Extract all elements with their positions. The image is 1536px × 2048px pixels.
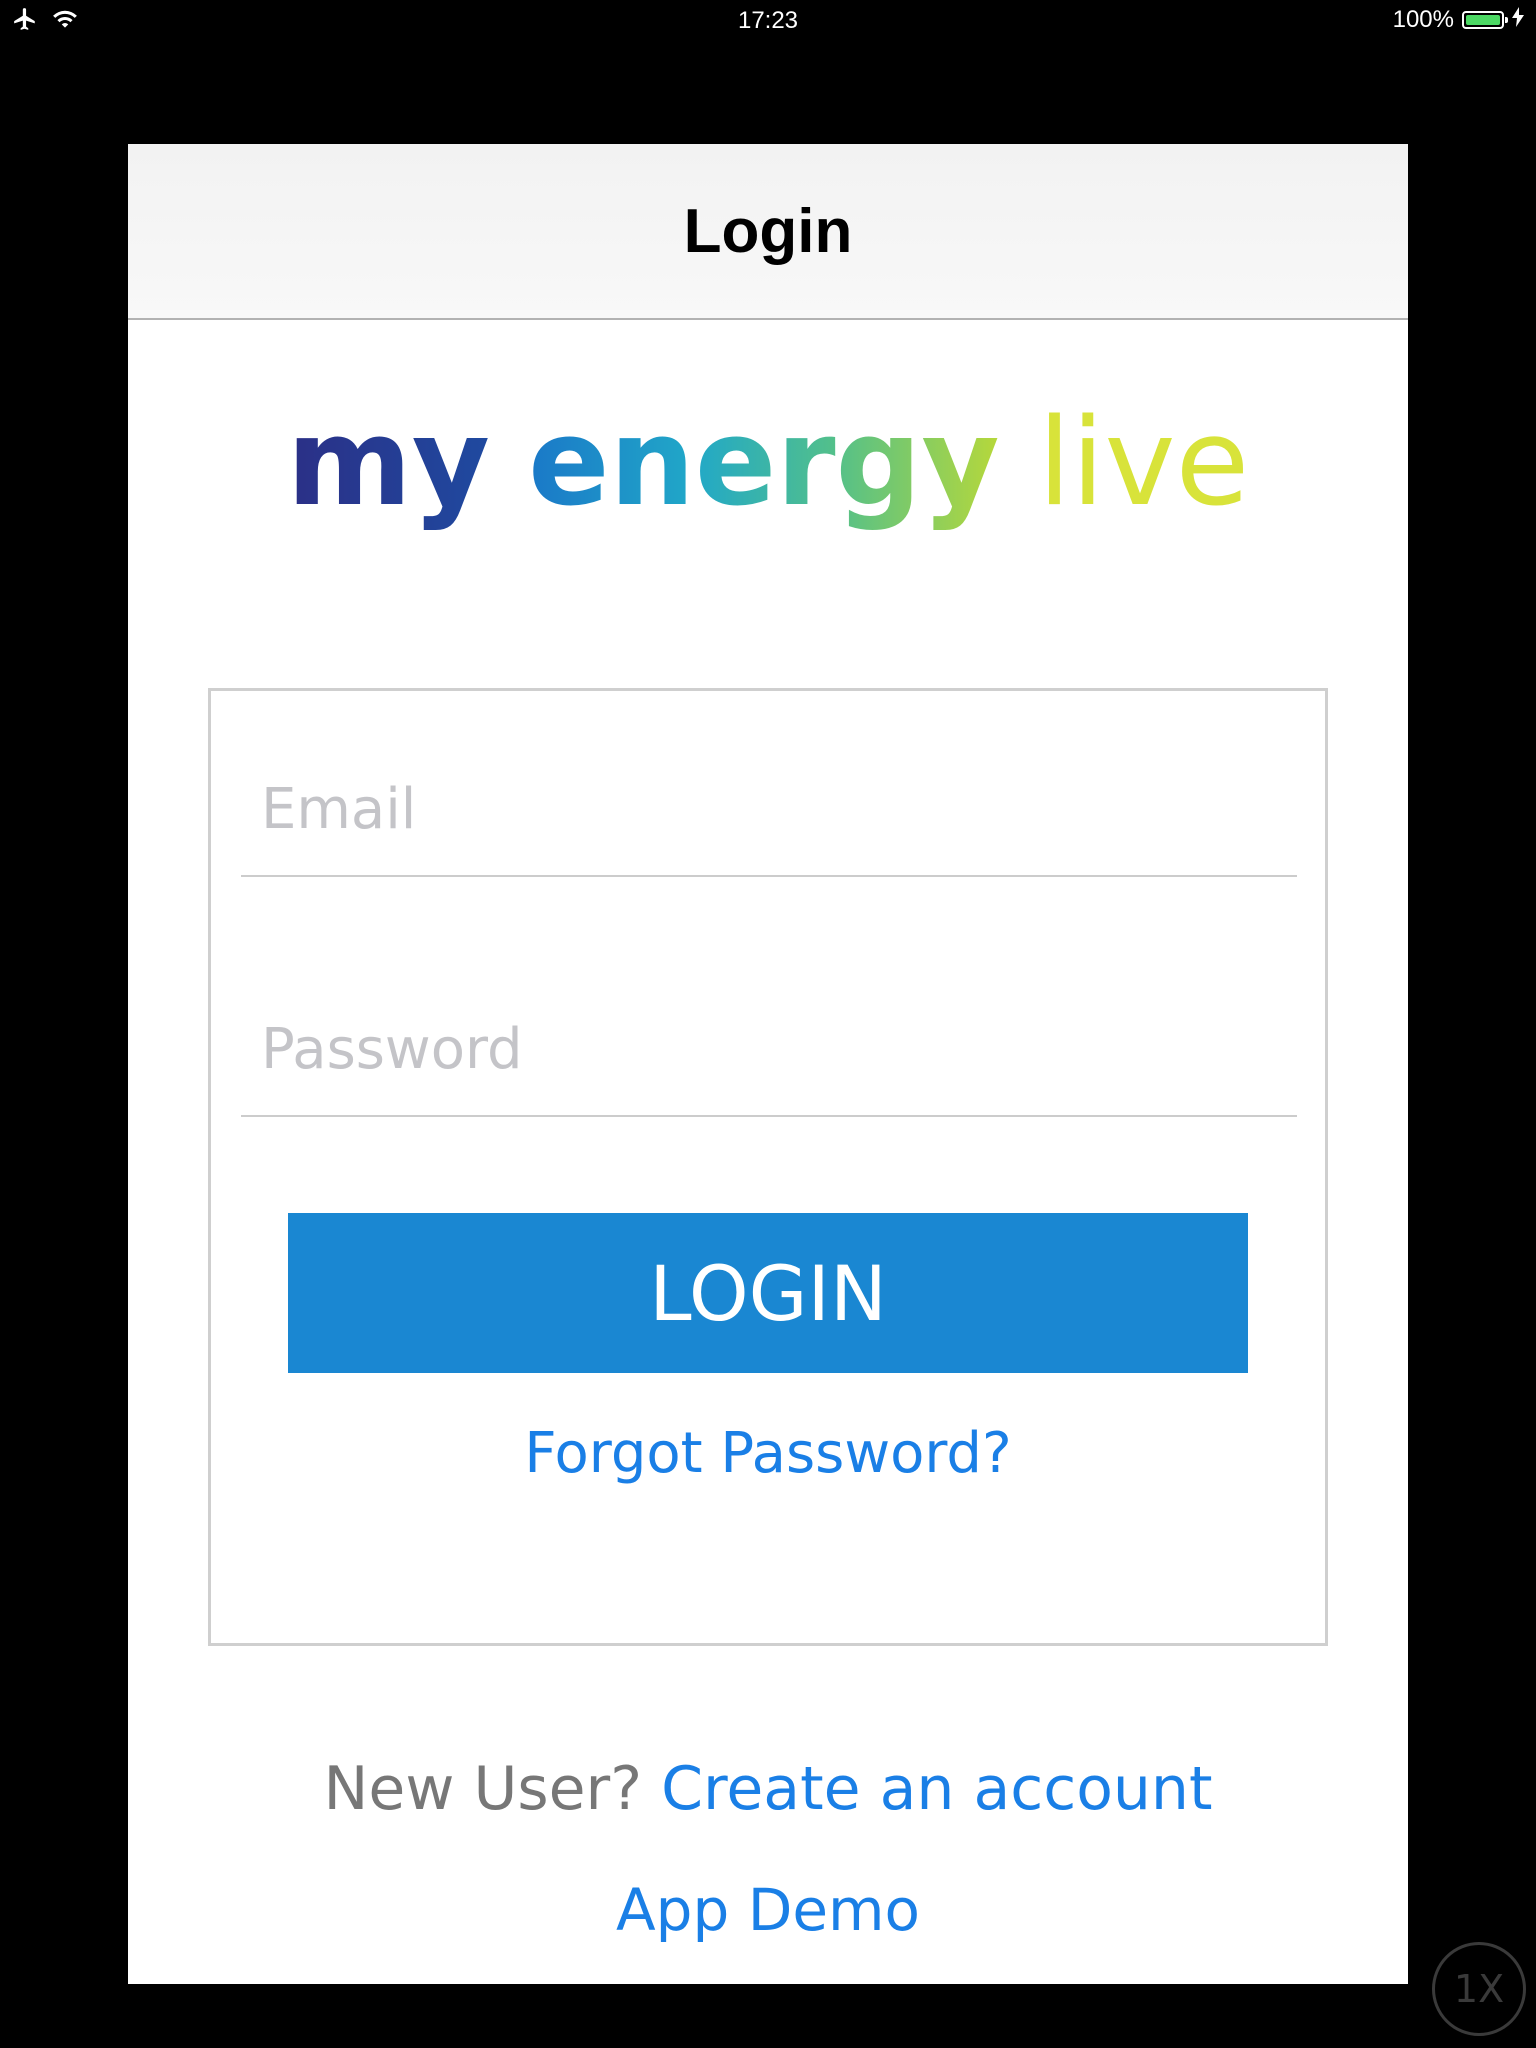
app-demo-link[interactable]: App Demo — [128, 1876, 1408, 1944]
login-modal: Login my energy live LOGIN Forgot Passwo… — [128, 144, 1408, 1984]
battery-fill — [1466, 15, 1500, 25]
new-user-line: New User? Create an account — [128, 1754, 1408, 1824]
page-title: Login — [683, 196, 853, 266]
zoom-toggle-button[interactable]: 1X — [1432, 1942, 1526, 2036]
charging-icon — [1512, 6, 1524, 34]
battery-icon — [1462, 11, 1508, 29]
app-logo: my energy live — [128, 404, 1408, 524]
battery-tip — [1505, 17, 1508, 23]
new-user-text: New User? — [323, 1754, 643, 1824]
logo-word-energy: energy — [528, 394, 1000, 533]
status-right: 100% — [1393, 6, 1524, 34]
email-field-wrapper — [241, 777, 1297, 877]
password-field-wrapper — [241, 1017, 1297, 1117]
status-bar: 17:23 100% — [0, 0, 1536, 40]
forgot-password-link[interactable]: Forgot Password? — [211, 1421, 1325, 1486]
create-account-link[interactable]: Create an account — [661, 1754, 1212, 1824]
status-time: 17:23 — [737, 7, 799, 34]
email-field[interactable] — [241, 777, 1297, 842]
logo-word-my: my — [286, 394, 490, 533]
battery-percent: 100% — [1392, 6, 1454, 33]
logo-word-live: live — [1037, 394, 1250, 533]
screen: 17:23 100% Login my energy live Email LO… — [0, 0, 1536, 2048]
login-form: LOGIN Forgot Password? — [208, 688, 1328, 1646]
nav-bar: Login — [128, 144, 1408, 320]
password-field[interactable] — [241, 1017, 1297, 1082]
login-button[interactable]: LOGIN — [288, 1213, 1248, 1373]
